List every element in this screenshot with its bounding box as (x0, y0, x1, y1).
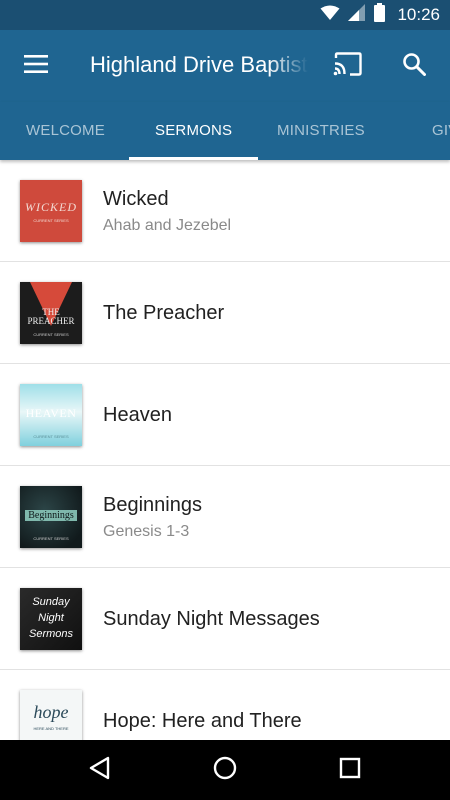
search-button[interactable] (392, 44, 436, 88)
recents-icon (339, 757, 361, 784)
artwork-title: Sunday Night Sermons (28, 596, 74, 640)
sermon-title: Wicked (103, 187, 169, 210)
status-bar: 10:26 (0, 0, 450, 30)
navigation-bar (0, 740, 450, 800)
cast-button[interactable] (326, 44, 370, 88)
menu-button[interactable] (14, 44, 58, 88)
sermon-artwork-hope: hope HERE AND THERE (20, 690, 82, 740)
sermon-text: Heaven (103, 364, 172, 466)
sermon-title: Beginnings (103, 493, 202, 516)
tab-ministries[interactable]: MINISTRIES (277, 102, 365, 160)
sermon-title: The Preacher (103, 301, 225, 324)
search-icon (402, 52, 426, 81)
sermon-text: Beginnings Genesis 1-3 (103, 466, 202, 568)
artwork-title: WICKED (25, 200, 77, 214)
sermon-artwork-wicked: WICKED CURRENT SERIES (20, 180, 82, 242)
artwork-title: hope (33, 702, 69, 722)
active-tab-indicator (129, 157, 258, 160)
menu-icon (24, 54, 48, 78)
artwork-caption: CURRENT SERIES (33, 536, 69, 541)
tab-welcome[interactable]: WELCOME (26, 102, 105, 160)
sermon-artwork-beginnings: Beginnings CURRENT SERIES (20, 486, 82, 548)
sermon-title: Hope: Here and There (103, 709, 302, 732)
sermon-item-wicked[interactable]: WICKED CURRENT SERIES Wicked Ahab and Je… (0, 160, 450, 262)
sermon-item-the-preacher[interactable]: THE PREACHER CURRENT SERIES The Preacher (0, 262, 450, 364)
status-icons: 10:26 (320, 0, 440, 30)
status-time: 10:26 (397, 5, 440, 24)
battery-icon (374, 3, 386, 27)
artwork-caption: HERE AND THERE (33, 726, 69, 731)
artwork-caption: CURRENT SERIES (33, 218, 69, 223)
home-icon (213, 756, 237, 785)
sermon-item-heaven[interactable]: HEAVEN CURRENT SERIES Heaven (0, 364, 450, 466)
sermon-text: Hope: Here and There (103, 670, 302, 740)
tab-bar: WELCOME SERMONS MINISTRIES GIVE (0, 102, 450, 160)
sermon-text: Wicked Ahab and Jezebel (103, 160, 231, 262)
back-icon (89, 756, 111, 785)
back-button[interactable] (76, 746, 124, 794)
sermon-list: WICKED CURRENT SERIES Wicked Ahab and Je… (0, 160, 450, 740)
app-bar: Highland Drive Baptist Church (0, 30, 450, 102)
home-button[interactable] (201, 746, 249, 794)
artwork-title: HEAVEN (25, 406, 77, 420)
sermon-title: Heaven (103, 403, 172, 426)
sermon-artwork-preacher: THE PREACHER CURRENT SERIES (20, 282, 82, 344)
sermon-subtitle: Ahab and Jezebel (103, 216, 232, 234)
recents-button[interactable] (326, 746, 374, 794)
sermon-subtitle: Genesis 1-3 (103, 522, 190, 540)
artwork-title: THE PREACHER (27, 307, 75, 326)
sermon-item-hope[interactable]: hope HERE AND THERE Hope: Here and There (0, 670, 450, 740)
sermon-item-beginnings[interactable]: Beginnings CURRENT SERIES Beginnings Gen… (0, 466, 450, 568)
artwork-caption: CURRENT SERIES (33, 332, 69, 337)
wifi-icon (320, 5, 340, 26)
signal-icon (348, 4, 366, 26)
sermon-artwork-heaven: HEAVEN CURRENT SERIES (20, 384, 82, 446)
tab-sermons[interactable]: SERMONS (155, 102, 232, 160)
artwork-caption: CURRENT SERIES (33, 434, 69, 439)
artwork-title: Beginnings (25, 510, 77, 521)
app-title: Highland Drive Baptist Church (90, 52, 308, 77)
cast-icon (333, 51, 363, 81)
sermon-text: Sunday Night Messages (103, 568, 320, 670)
sermon-title: Sunday Night Messages (103, 607, 320, 630)
sermon-item-sunday-night-messages[interactable]: Sunday Night Sermons Sunday Night Messag… (0, 568, 450, 670)
sermon-artwork-sunday-night: Sunday Night Sermons (20, 588, 82, 650)
sermon-text: The Preacher (103, 262, 224, 364)
tab-give[interactable]: GIVE (432, 102, 450, 160)
